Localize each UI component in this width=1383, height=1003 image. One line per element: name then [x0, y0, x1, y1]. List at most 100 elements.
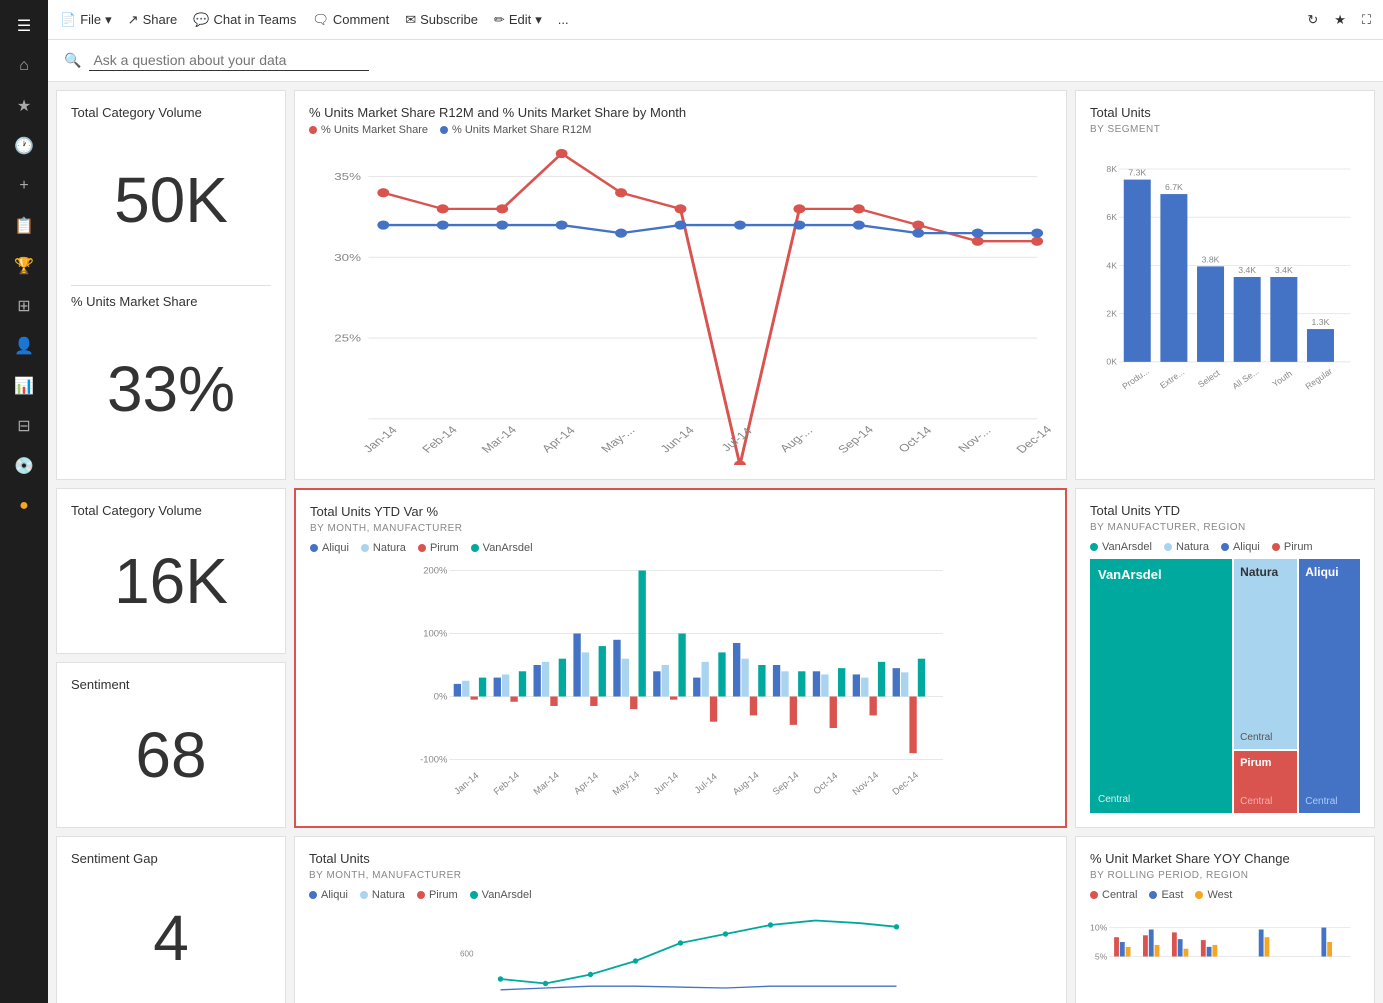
yoy-chart-area: 10% 5%	[1090, 907, 1360, 1003]
file-chevron: ▾	[105, 12, 112, 28]
sentiment-value: 68	[71, 696, 271, 813]
sentiment-title: Sentiment	[71, 677, 271, 692]
svg-text:Apr-14: Apr-14	[572, 771, 601, 798]
svg-text:Sep-14: Sep-14	[771, 770, 801, 798]
yoy-change-panel: % Unit Market Share YOY Change BY ROLLIN…	[1075, 836, 1375, 1003]
toolbar-file[interactable]: 📄 File ▾	[60, 12, 112, 28]
total-cat-vol-2-value: 16K	[71, 522, 271, 639]
toolbar-edit[interactable]: ✏ Edit ▾	[494, 12, 542, 28]
group-may	[613, 571, 646, 710]
toolbar-comment[interactable]: 🗨 Comment	[312, 12, 389, 28]
group-aug	[733, 643, 766, 715]
toolbar-chat[interactable]: 💬 Chat in Teams	[193, 12, 296, 28]
toolbar-refresh[interactable]: ↻	[1307, 12, 1318, 28]
sidebar-add-icon[interactable]: +	[6, 168, 42, 204]
sidebar-recent-icon[interactable]: 🕐	[6, 128, 42, 164]
svg-text:100%: 100%	[423, 629, 448, 640]
yoy-title: % Unit Market Share YOY Change	[1090, 851, 1360, 866]
total-category-volume-panel: Total Category Volume 50K % Units Market…	[56, 90, 286, 480]
sidebar-reports-icon[interactable]: 📊	[6, 368, 42, 404]
share-icon: ↗	[128, 12, 139, 28]
svg-text:Mar-14: Mar-14	[532, 770, 562, 798]
pct-units-title: % Units Market Share	[71, 294, 271, 309]
svg-text:Feb-14: Feb-14	[492, 770, 522, 798]
toolbar-more[interactable]: ...	[558, 12, 569, 27]
qa-input[interactable]	[89, 50, 369, 71]
svg-text:Aug-...: Aug-...	[777, 424, 816, 454]
main-content: 📄 File ▾ ↗ Share 💬 Chat in Teams 🗨 Comme…	[48, 0, 1383, 1003]
group-oct	[813, 668, 846, 728]
chat-icon: 💬	[193, 12, 209, 28]
svg-text:Apr-14: Apr-14	[539, 424, 579, 455]
sentiment-panel: Sentiment 68	[56, 662, 286, 828]
svg-text:-100%: -100%	[420, 755, 448, 766]
total-units-ytd-subtitle: BY MANUFACTURER, REGION	[1090, 522, 1360, 533]
treemap-pirum: Pirum Central	[1234, 751, 1297, 813]
total-units-seg-subtitle: BY SEGMENT	[1090, 124, 1360, 135]
sidebar-people-icon[interactable]: 👤	[6, 328, 42, 364]
sidebar-home-icon[interactable]: ⌂	[6, 48, 42, 84]
pct-units-value: 33%	[71, 313, 271, 466]
sentiment-gap-title: Sentiment Gap	[71, 851, 271, 866]
group-sep	[773, 665, 806, 725]
sidebar-star-icon[interactable]: ★	[6, 88, 42, 124]
yoy-legend: Central East West	[1090, 889, 1360, 901]
svg-text:0%: 0%	[434, 692, 448, 703]
svg-text:Mar-14: Mar-14	[479, 423, 520, 455]
sidebar-grid-icon[interactable]: ⊞	[6, 288, 42, 324]
treemap-container: VanArsdel Central Natura Central Pirum C…	[1090, 559, 1360, 813]
total-units-month-subtitle: BY MONTH, MANUFACTURER	[309, 870, 1052, 881]
svg-text:10%: 10%	[1090, 922, 1108, 932]
sidebar-storage-icon[interactable]: 💿	[6, 448, 42, 484]
toolbar-favorite[interactable]: ★	[1334, 12, 1346, 28]
svg-text:8K: 8K	[1106, 164, 1117, 174]
group-mar	[534, 659, 567, 706]
units-month-chart-area: 600	[309, 907, 1052, 1003]
svg-text:Nov-...: Nov-...	[955, 424, 994, 454]
svg-text:Jun-14: Jun-14	[657, 424, 697, 455]
svg-text:6.7K: 6.7K	[1165, 182, 1183, 192]
svg-text:4K: 4K	[1106, 260, 1117, 270]
edit-icon: ✏	[494, 12, 505, 28]
svg-text:Jan-14: Jan-14	[452, 770, 481, 797]
svg-text:3.4K: 3.4K	[1238, 265, 1256, 275]
treemap-pirum-label: Pirum	[1240, 757, 1291, 769]
svg-text:5%: 5%	[1095, 951, 1108, 961]
svg-text:All Se...: All Se...	[1230, 366, 1260, 391]
total-cat-vol-title: Total Category Volume	[71, 105, 271, 120]
line-chart-title: % Units Market Share R12M and % Units Ma…	[309, 105, 1052, 120]
sidebar-goals-icon[interactable]: 🏆	[6, 248, 42, 284]
treemap-vanarsdel-label: VanArsdel	[1098, 567, 1224, 582]
units-month-legend: Aliqui Natura Pirum VanArsdel	[309, 889, 1052, 901]
qa-icon: 🔍	[64, 52, 81, 69]
total-units-ytd-title: Total Units YTD	[1090, 503, 1360, 518]
svg-text:30%: 30%	[334, 251, 361, 263]
sidebar-apps-icon[interactable]: 📋	[6, 208, 42, 244]
edit-label: Edit	[509, 12, 531, 27]
treemap-vanarsdel-sublabel: Central	[1098, 794, 1224, 805]
sentiment-gap-panel: Sentiment Gap 4	[56, 836, 286, 1003]
treemap-natura-label: Natura	[1240, 565, 1291, 579]
ytd-var-legend: Aliqui Natura Pirum VanArsdel	[310, 542, 1051, 554]
subscribe-icon: ✉	[405, 12, 416, 28]
sidebar-data-icon[interactable]: ⊟	[6, 408, 42, 444]
line-chart-legend: % Units Market Share % Units Market Shar…	[309, 124, 1052, 136]
legend-pirum: Pirum	[430, 542, 459, 554]
treemap-aliqui-sublabel: Central	[1305, 796, 1354, 807]
sidebar-gold-icon[interactable]: ●	[6, 488, 42, 524]
toolbar-share[interactable]: ↗ Share	[128, 12, 178, 28]
comment-icon: 🗨	[312, 12, 329, 28]
toolbar-fullscreen[interactable]: ⛶	[1362, 12, 1371, 28]
treemap-aliqui-label: Aliqui	[1305, 565, 1354, 579]
svg-text:Dec-14: Dec-14	[890, 770, 920, 798]
ytd-legend: VanArsdel Natura Aliqui Pirum	[1090, 541, 1360, 553]
sidebar: ☰ ⌂ ★ 🕐 + 📋 🏆 ⊞ 👤 📊 ⊟ 💿 ●	[0, 0, 48, 1003]
svg-text:May-...: May-...	[598, 424, 638, 455]
sidebar-menu-icon[interactable]: ☰	[6, 8, 42, 44]
toolbar-subscribe[interactable]: ✉ Subscribe	[405, 12, 478, 28]
svg-text:6K: 6K	[1106, 212, 1117, 222]
yoy-subtitle: BY ROLLING PERIOD, REGION	[1090, 870, 1360, 881]
legend-blue-label: % Units Market Share R12M	[452, 124, 591, 136]
ytd-var-title: Total Units YTD Var %	[310, 504, 1051, 519]
svg-text:Feb-14: Feb-14	[419, 423, 460, 455]
